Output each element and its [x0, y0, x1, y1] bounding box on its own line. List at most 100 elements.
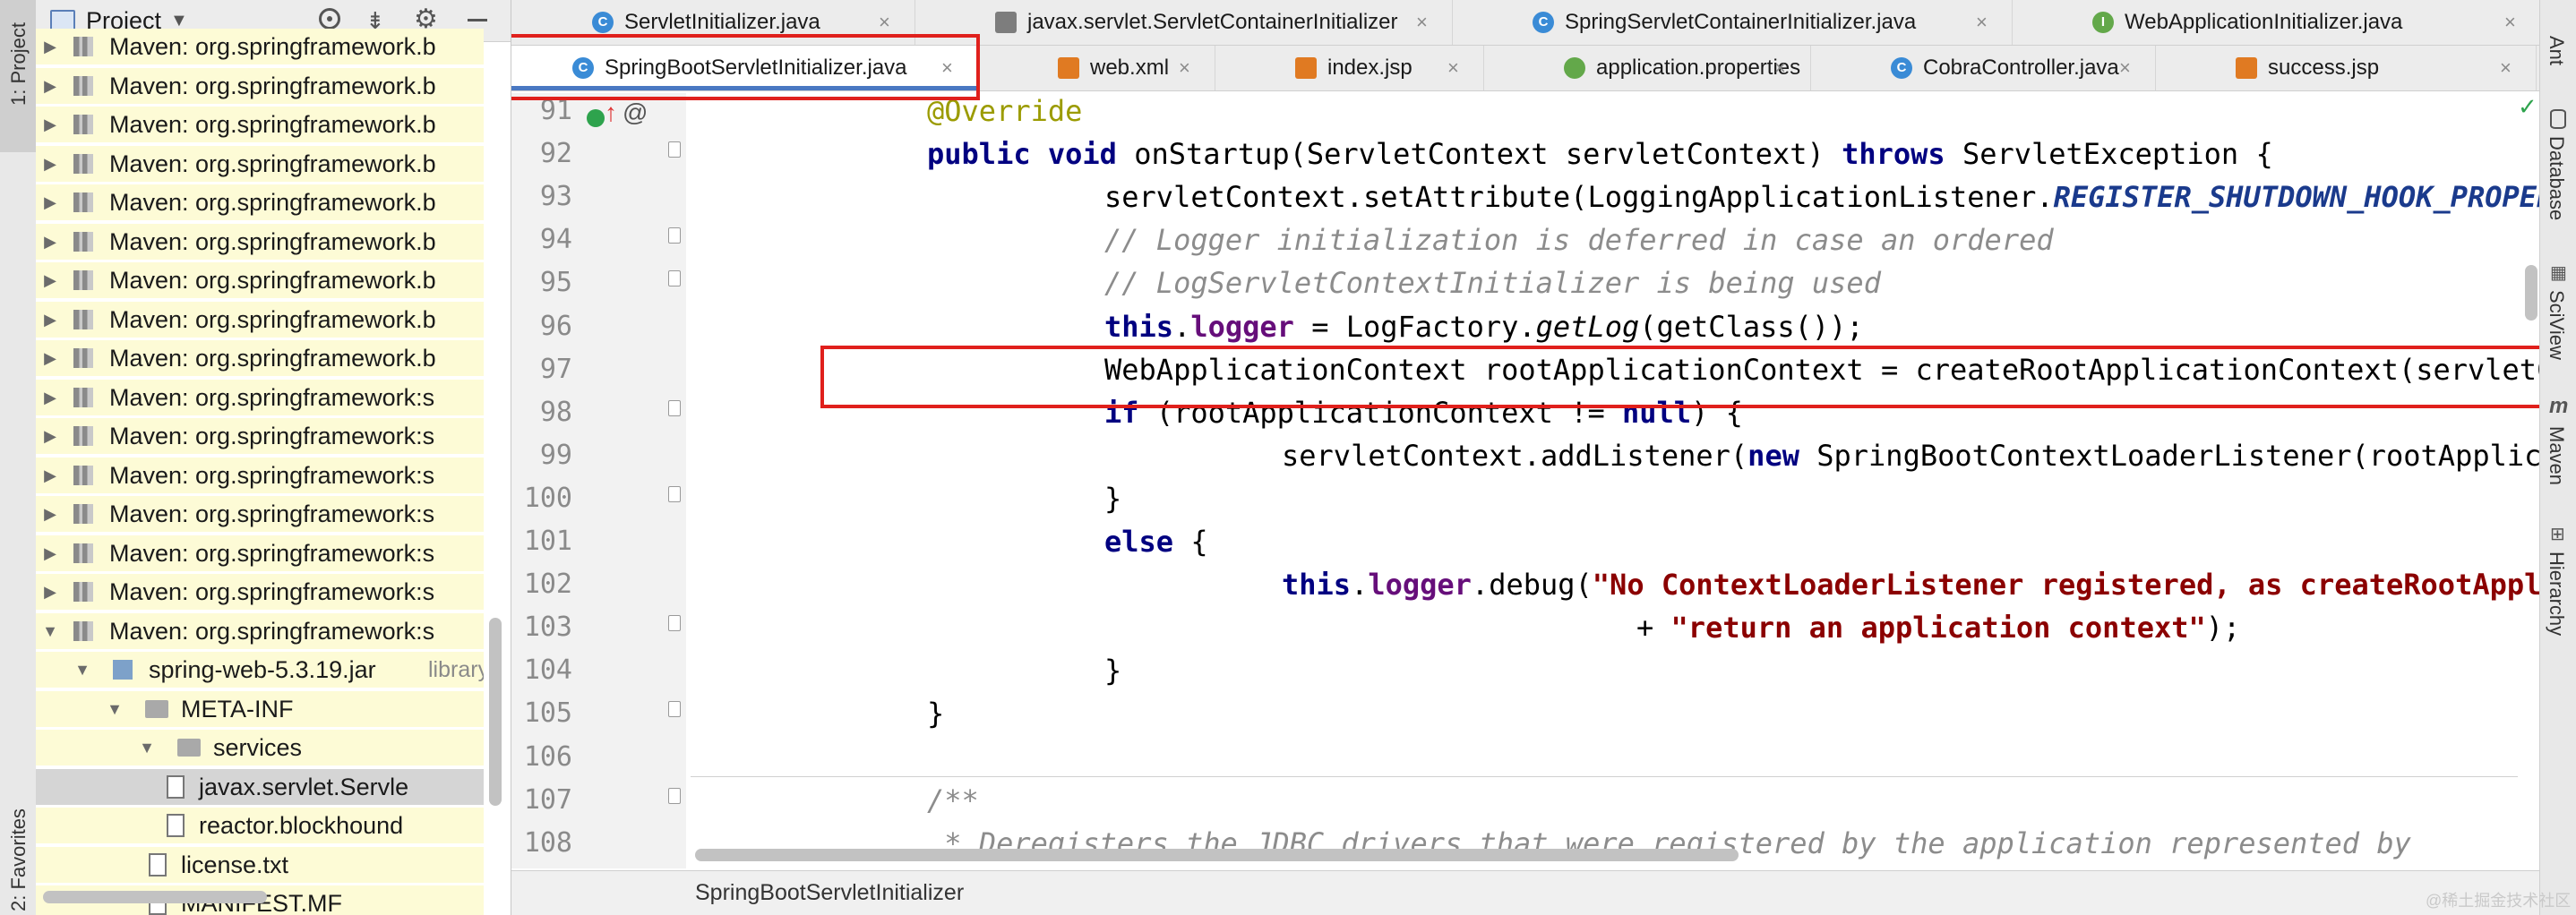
tree-item[interactable]: ▶ Maven: org.springframework:s: [36, 496, 484, 532]
tree-item[interactable]: ▶ Maven: org.springframework:s: [36, 574, 484, 610]
editor-horizontal-scrollbar[interactable]: [695, 849, 1739, 861]
code-token: .: [1351, 568, 1369, 603]
chevron-right-icon[interactable]: ▶: [41, 302, 59, 338]
code-token: else: [1104, 525, 1174, 559]
inspection-ok-icon: ✓: [2518, 93, 2537, 120]
editor-tab[interactable]: success.jsp ×: [2155, 46, 2537, 90]
minimize-icon[interactable]: [468, 19, 487, 21]
chevron-right-icon[interactable]: ▶: [41, 340, 59, 376]
project-vertical-scrollbar[interactable]: [489, 618, 502, 806]
library-icon: [73, 387, 93, 407]
hierarchy-tool-button[interactable]: ⊞ Hierarchy: [2540, 521, 2576, 646]
chevron-right-icon[interactable]: ▶: [41, 184, 59, 220]
project-tool-button[interactable]: 1: Project: [0, 0, 36, 152]
maven-tool-button[interactable]: m Maven: [2540, 394, 2576, 501]
database-tool-button[interactable]: Database: [2540, 106, 2576, 240]
chevron-right-icon[interactable]: ▶: [41, 107, 59, 142]
tree-item[interactable]: ▶ Maven: org.springframework.b: [36, 262, 484, 298]
editor-tab[interactable]: C SpringServletContainerInitializer.java ×: [1452, 0, 2013, 45]
editor-tab-label: WebApplicationInitializer.java: [2125, 10, 2403, 34]
tree-item[interactable]: ▶ Maven: org.springframework.b: [36, 29, 484, 64]
close-icon[interactable]: ×: [1447, 46, 1459, 90]
chevron-right-icon[interactable]: ▶: [41, 458, 59, 493]
editor-tab-label: application.properties: [1596, 56, 1801, 80]
code-area[interactable]: @Override public void onStartup(ServletCo…: [511, 93, 2539, 868]
editor-tab[interactable]: web.xml ×: [977, 46, 1215, 90]
close-icon[interactable]: ×: [2504, 0, 2516, 45]
tree-item[interactable]: ▶ Maven: org.springframework.b: [36, 145, 484, 182]
tree-item[interactable]: ▶ Maven: org.springframework.b: [36, 223, 484, 260]
tree-item[interactable]: ▶ Maven: org.springframework.b: [36, 67, 484, 104]
chevron-right-icon[interactable]: ▶: [41, 418, 59, 454]
file-icon: [995, 12, 1017, 33]
editor-tab[interactable]: I WebApplicationInitializer.java ×: [2012, 0, 2539, 45]
code-line: }: [1104, 649, 1121, 692]
text-file-icon: [167, 814, 185, 837]
chevron-down-icon[interactable]: ▼: [106, 691, 124, 727]
tree-item[interactable]: ▶ Maven: org.springframework.b: [36, 301, 484, 338]
code-token: "return an application context": [1670, 611, 2206, 646]
tree-item-label: Maven: org.springframework:s: [109, 461, 435, 489]
hierarchy-icon: ⊞: [2550, 525, 2565, 544]
project-tool-label: 1: Project: [7, 22, 30, 106]
project-tree: ▶ Maven: org.springframework.b ▶ Maven: org…: [36, 29, 511, 915]
library-icon: [73, 270, 93, 290]
xml-file-icon: [1058, 57, 1079, 79]
tree-item[interactable]: ▶ Maven: org.springframework.b: [36, 107, 484, 142]
properties-file-icon: [1564, 57, 1585, 79]
editor-tab[interactable]: javax.servlet.ServletContainerInitialize…: [914, 0, 1453, 45]
ant-tool-button[interactable]: Ant: [2540, 0, 2576, 98]
code-line: // Logger initialization is deferred in …: [1104, 218, 2054, 261]
tree-item[interactable]: ▶ Maven: org.springframework:s: [36, 457, 484, 493]
library-icon: [73, 348, 93, 368]
close-icon[interactable]: ×: [1416, 0, 1428, 45]
library-icon: [73, 543, 93, 563]
interface-icon: I: [2092, 12, 2114, 33]
tree-item[interactable]: ▼ services: [36, 730, 484, 765]
editor-tab[interactable]: C CobraController.java ×: [1810, 46, 2156, 90]
editor-tab[interactable]: index.jsp ×: [1215, 46, 1484, 90]
code-token: .: [1173, 309, 1191, 344]
tree-item-label: Maven: org.springframework.b: [109, 305, 436, 333]
tree-item-label: Maven: org.springframework:s: [109, 617, 435, 645]
close-icon[interactable]: ×: [1774, 46, 1786, 90]
chevron-right-icon[interactable]: ▶: [41, 29, 59, 64]
editor-tab[interactable]: application.properties ×: [1483, 46, 1811, 90]
sciview-tool-button[interactable]: ▦ SciView: [2540, 260, 2576, 376]
close-icon[interactable]: ×: [1179, 46, 1190, 90]
code-token: /**: [927, 782, 979, 817]
tree-item[interactable]: ▶ Maven: org.springframework:s: [36, 379, 484, 415]
tree-item[interactable]: ▼ Maven: org.springframework:s: [36, 612, 484, 649]
close-icon[interactable]: ×: [2119, 46, 2131, 90]
breadcrumb[interactable]: SpringBootServletInitializer: [695, 871, 964, 914]
locate-icon[interactable]: [319, 8, 340, 30]
code-token: );: [2205, 611, 2241, 646]
close-icon[interactable]: ×: [1976, 0, 1988, 45]
tree-item[interactable]: javax.servlet.Servle: [36, 768, 484, 805]
tree-item[interactable]: reactor.blockhound: [36, 808, 484, 843]
tree-item[interactable]: ▶ Maven: org.springframework:s: [36, 534, 484, 571]
chevron-right-icon[interactable]: ▶: [41, 574, 59, 610]
tree-item[interactable]: ▶ Maven: org.springframework:s: [36, 418, 484, 454]
code-token: = LogFactory.: [1293, 309, 1536, 344]
chevron-right-icon[interactable]: ▶: [41, 380, 59, 415]
chevron-right-icon[interactable]: ▶: [41, 496, 59, 532]
tree-item[interactable]: license.txt: [36, 846, 484, 883]
chevron-down-icon[interactable]: ▼: [41, 613, 59, 649]
close-icon[interactable]: ×: [2500, 46, 2512, 90]
chevron-down-icon[interactable]: ▼: [138, 730, 156, 765]
tree-item[interactable]: ▼ META-INF: [36, 690, 484, 727]
code-token: public void: [927, 137, 1117, 172]
tree-item[interactable]: ▶ Maven: org.springframework.b: [36, 184, 484, 220]
chevron-right-icon[interactable]: ▶: [41, 224, 59, 260]
chevron-down-icon[interactable]: ▼: [73, 652, 91, 688]
chevron-right-icon[interactable]: ▶: [41, 262, 59, 298]
editor-vertical-scrollbar[interactable]: [2525, 265, 2537, 321]
project-horizontal-scrollbar[interactable]: [43, 891, 267, 903]
tree-item[interactable]: ▶ Maven: org.springframework.b: [36, 340, 484, 376]
favorites-tool-button[interactable]: 2: Favorites: [0, 788, 36, 915]
chevron-right-icon[interactable]: ▶: [41, 146, 59, 182]
chevron-right-icon[interactable]: ▶: [41, 535, 59, 571]
tree-item[interactable]: ▼ spring-web-5.3.19.jar library: [36, 652, 484, 688]
chevron-right-icon[interactable]: ▶: [41, 68, 59, 104]
